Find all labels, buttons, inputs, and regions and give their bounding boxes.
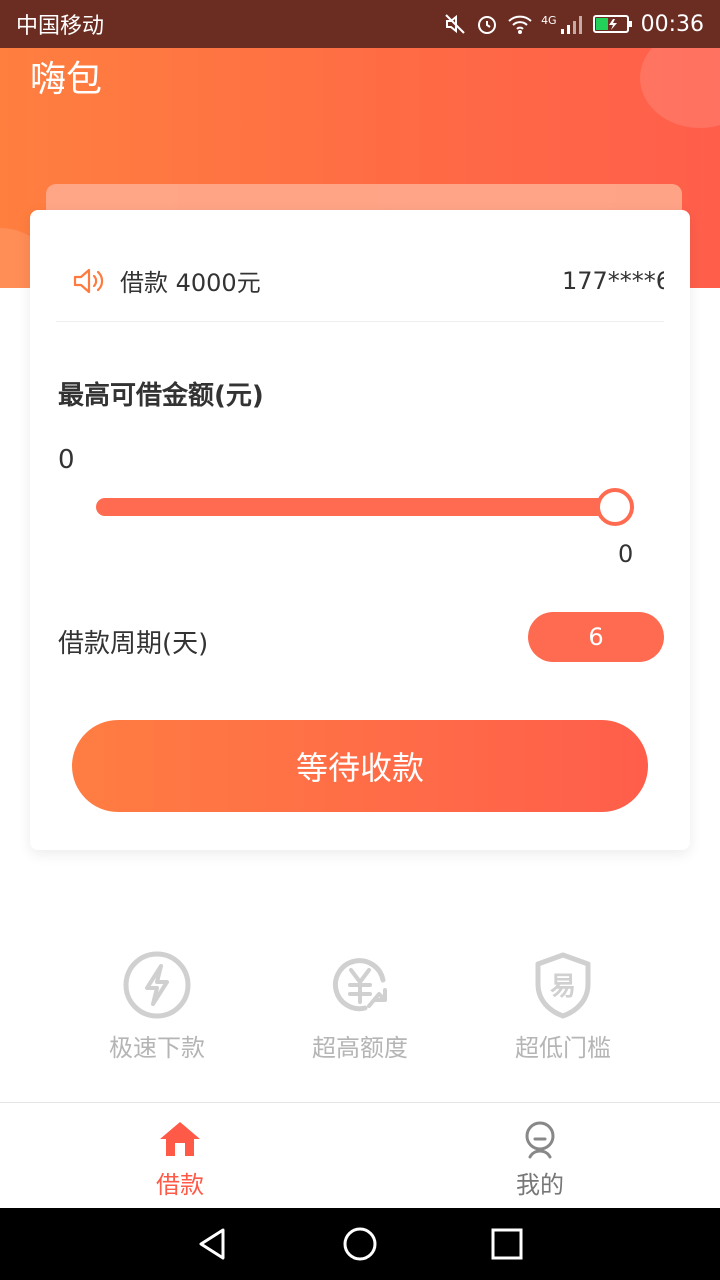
tab-mine[interactable]: 我的	[460, 1119, 620, 1200]
notice-message: 借款 4000元	[120, 269, 261, 297]
features-row: 极速下款 超高额度 易 超低门槛	[0, 950, 720, 1070]
shield-yi-icon: 易	[535, 952, 591, 1019]
period-label: 借款周期(天)	[58, 629, 209, 659]
tab-label: 我的	[516, 1171, 564, 1199]
wifi-icon	[508, 15, 532, 34]
lightning-icon	[123, 951, 191, 1019]
home-circle-icon[interactable]	[342, 1226, 378, 1262]
app-title: 嗨包	[30, 59, 103, 100]
loan-card: 借款 4000元 177****6 最高可借金额(元) 0 0 借款周期(天) …	[30, 210, 690, 850]
feature-high-limit: 超高额度	[280, 950, 440, 1063]
notice-phone: 177****6	[562, 266, 664, 295]
bottom-tab-bar: 借款 我的	[0, 1102, 720, 1208]
carrier-name: 中国移动	[16, 14, 105, 39]
await-payment-button[interactable]: 等待收款	[72, 720, 648, 812]
svg-text:易: 易	[550, 972, 576, 1002]
status-icons: 4G 00:36	[443, 12, 704, 37]
period-selector[interactable]: 6	[528, 612, 664, 662]
clock: 00:36	[640, 11, 704, 37]
amount-min-value: 0	[58, 445, 75, 475]
status-bar: 中国移动 4G 00:36	[0, 0, 720, 48]
feature-low-threshold: 易 超低门槛	[483, 950, 643, 1063]
battery-icon	[592, 15, 632, 33]
network-type: 4G	[541, 13, 557, 27]
system-nav-bar	[0, 1208, 720, 1280]
amount-max-value: 0	[618, 540, 634, 568]
feature-label: 极速下款	[109, 1034, 205, 1062]
tab-loan[interactable]: 借款	[100, 1119, 260, 1200]
feature-label: 超低门槛	[515, 1034, 611, 1062]
tab-label: 借款	[156, 1171, 204, 1199]
speaker-icon	[73, 268, 104, 293]
home-icon	[160, 1122, 200, 1156]
mute-icon	[445, 14, 465, 34]
amount-slider-track[interactable]	[96, 498, 630, 516]
recents-square-icon[interactable]	[489, 1226, 525, 1262]
feature-label: 超高额度	[312, 1034, 408, 1062]
yuan-arrow-icon	[333, 958, 387, 1012]
notice-bar: 借款 4000元 177****6	[56, 240, 664, 322]
back-icon[interactable]	[195, 1226, 231, 1262]
alarm-icon	[478, 16, 497, 34]
user-icon	[525, 1121, 555, 1159]
amount-slider-thumb[interactable]	[596, 488, 634, 526]
signal-icon	[560, 16, 582, 34]
amount-label: 最高可借金额(元)	[58, 381, 264, 411]
feature-fast-payout: 极速下款	[77, 950, 237, 1063]
decor-bubble	[640, 48, 720, 128]
